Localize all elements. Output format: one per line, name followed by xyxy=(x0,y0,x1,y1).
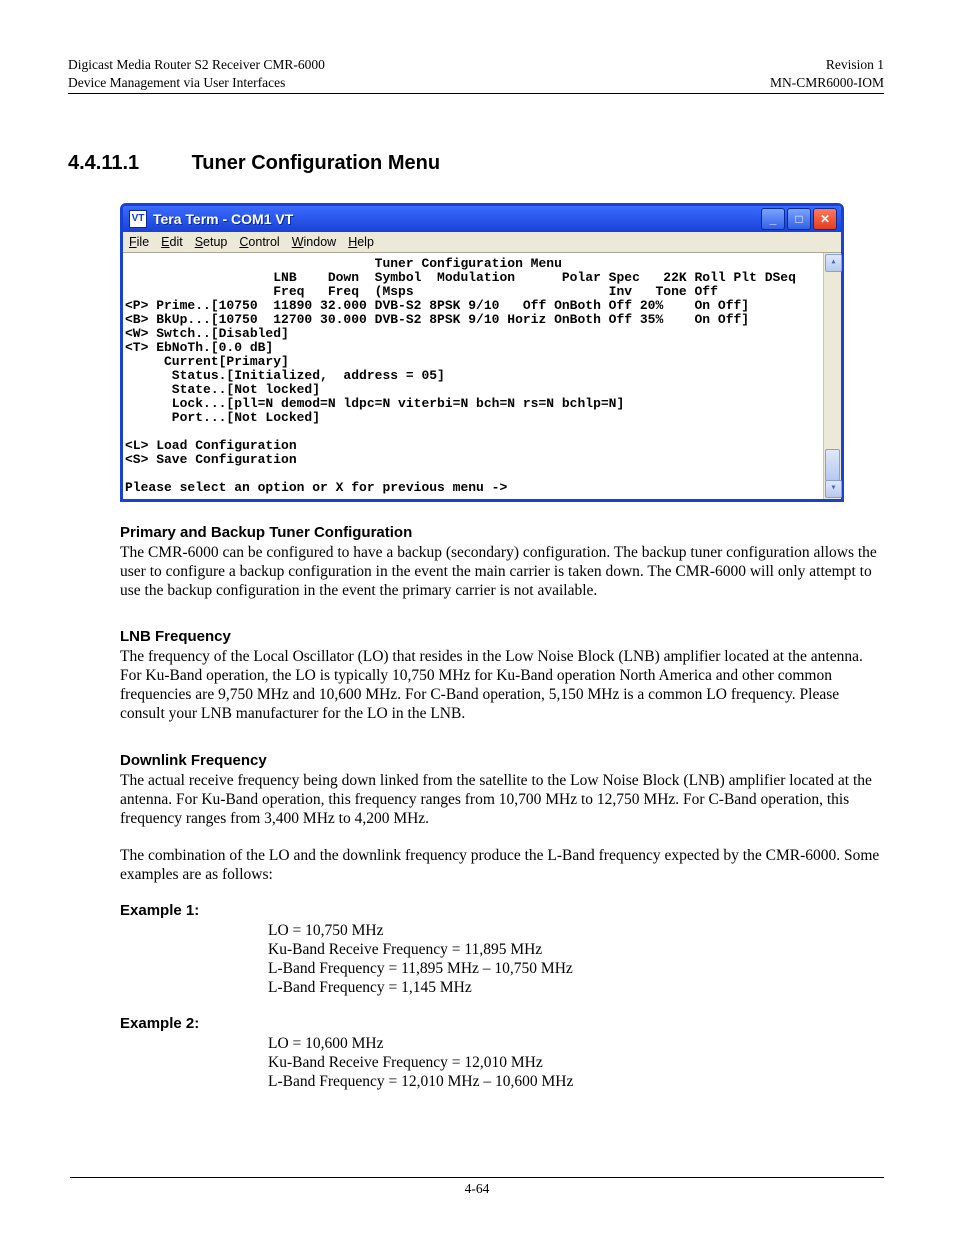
ex1-line2: Ku-Band Receive Frequency = 11,895 MHz xyxy=(268,940,884,959)
ex2-line1: LO = 10,600 MHz xyxy=(268,1034,884,1053)
subhead-primary: Primary and Backup Tuner Configuration xyxy=(120,524,884,541)
scrollbar[interactable]: ▴ ▾ xyxy=(823,253,841,499)
ex1-line1: LO = 10,750 MHz xyxy=(268,921,884,940)
section-heading: 4.4.11.1 Tuner Configuration Menu xyxy=(68,152,884,175)
example-2-label: Example 2: xyxy=(120,1015,884,1032)
maximize-button[interactable]: □ xyxy=(787,208,811,230)
minimize-button[interactable]: _ xyxy=(761,208,785,230)
text-downlink: The actual receive frequency being down … xyxy=(120,771,884,828)
section-title-text: Tuner Configuration Menu xyxy=(192,152,441,174)
header-divider xyxy=(68,93,884,94)
text-combo: The combination of the LO and the downli… xyxy=(120,846,884,884)
menu-window[interactable]: Window xyxy=(292,235,336,249)
menu-setup[interactable]: Setup xyxy=(195,235,228,249)
menu-help[interactable]: Help xyxy=(348,235,374,249)
menu-file[interactable]: File xyxy=(129,235,149,249)
footer-divider xyxy=(70,1177,884,1178)
menu-control[interactable]: Control xyxy=(239,235,279,249)
header-left-1: Digicast Media Router S2 Receiver CMR-60… xyxy=(68,56,325,74)
ex1-line4: L-Band Frequency = 1,145 MHz xyxy=(268,978,884,997)
section-number: 4.4.11.1 xyxy=(68,152,186,175)
ex2-line2: Ku-Band Receive Frequency = 12,010 MHz xyxy=(268,1053,884,1072)
scroll-down-icon[interactable]: ▾ xyxy=(825,480,842,498)
menubar: File Edit Setup Control Window Help xyxy=(123,232,841,253)
header-right-2: MN-CMR6000-IOM xyxy=(770,74,884,92)
close-button[interactable]: ✕ xyxy=(813,208,837,230)
text-primary: The CMR-6000 can be configured to have a… xyxy=(120,543,884,600)
text-lnb: The frequency of the Local Oscillator (L… xyxy=(120,647,884,723)
terminal-content[interactable]: Tuner Configuration Menu LNB Down Symbol… xyxy=(123,253,823,499)
example-1-label: Example 1: xyxy=(120,902,884,919)
menu-edit[interactable]: Edit xyxy=(161,235,183,249)
titlebar[interactable]: VT Tera Term - COM1 VT _ □ ✕ xyxy=(123,206,841,232)
page-number: 4-64 xyxy=(70,1181,884,1197)
scroll-up-icon[interactable]: ▴ xyxy=(825,254,842,272)
subhead-downlink: Downlink Frequency xyxy=(120,752,884,769)
scroll-thumb[interactable] xyxy=(825,449,840,481)
example-2-body: LO = 10,600 MHz Ku-Band Receive Frequenc… xyxy=(268,1034,884,1091)
subhead-lnb: LNB Frequency xyxy=(120,628,884,645)
app-icon: VT xyxy=(129,210,147,228)
window-title: Tera Term - COM1 VT xyxy=(153,212,761,226)
header-left-2: Device Management via User Interfaces xyxy=(68,74,285,92)
ex2-line3: L-Band Frequency = 12,010 MHz – 10,600 M… xyxy=(268,1072,884,1091)
teraterm-window: VT Tera Term - COM1 VT _ □ ✕ File Edit S… xyxy=(120,203,844,502)
header-right-1: Revision 1 xyxy=(826,56,884,74)
ex1-line3: L-Band Frequency = 11,895 MHz – 10,750 M… xyxy=(268,959,884,978)
example-1-body: LO = 10,750 MHz Ku-Band Receive Frequenc… xyxy=(268,921,884,997)
